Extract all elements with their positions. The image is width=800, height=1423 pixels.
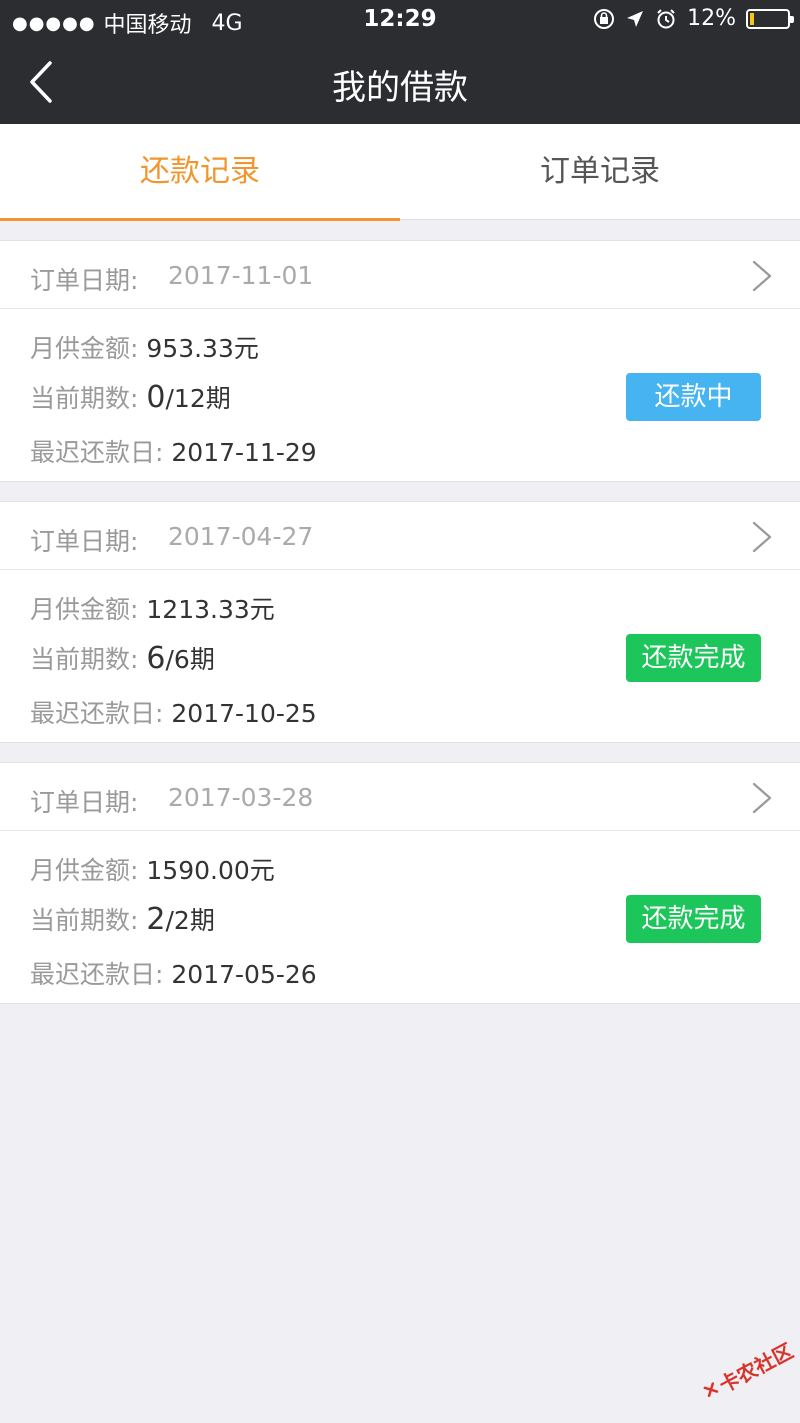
watermark-text: 卡农社区 <box>714 1338 797 1397</box>
monthly-amount-label: 月供金额: <box>30 334 139 363</box>
order-date-label: 订单日期: <box>30 788 139 817</box>
monthly-amount-value: 1590.00元 <box>146 856 275 885</box>
current-period-row: 当前期数: 6/6期 <box>30 640 215 676</box>
alarm-clock-icon <box>657 8 675 28</box>
due-date-value: 2017-05-26 <box>171 960 317 989</box>
status-badge: 还款完成 <box>626 634 761 682</box>
period-current: 2 <box>146 902 166 937</box>
card-header[interactable]: 订单日期: 2017-11-01 <box>0 241 800 309</box>
chevron-right-icon[interactable] <box>750 520 774 554</box>
chevron-right-icon[interactable] <box>750 781 774 815</box>
current-period-row: 当前期数: 0/12期 <box>30 379 231 415</box>
status-badge: 还款完成 <box>626 895 761 943</box>
current-period-label: 当前期数: <box>30 645 139 674</box>
period-total: /2期 <box>165 906 215 935</box>
status-bar: ●●●●● 中国移动 4G 12:29 12% <box>0 0 800 40</box>
due-date-label: 最迟还款日: <box>30 438 164 467</box>
monthly-amount-value: 1213.33元 <box>146 595 275 624</box>
location-arrow-icon <box>627 10 644 27</box>
monthly-amount-label: 月供金额: <box>30 856 139 885</box>
card-header[interactable]: 订单日期: 2017-03-28 <box>0 763 800 831</box>
battery-percent: 12% <box>687 6 736 31</box>
loan-card[interactable]: 订单日期: 2017-03-28 月供金额: 1590.00元 当前期数: 2/… <box>0 762 800 1004</box>
battery-level <box>750 12 755 25</box>
order-date-label: 订单日期: <box>30 527 139 556</box>
period-total: /6期 <box>165 645 215 674</box>
chevron-right-icon[interactable] <box>750 259 774 293</box>
monthly-amount-row: 月供金额: 1213.33元 <box>30 590 275 626</box>
period-total: /12期 <box>165 384 231 413</box>
due-date-label: 最迟还款日: <box>30 960 164 989</box>
due-date-row: 最迟还款日: 2017-11-29 <box>30 433 317 469</box>
period-current: 0 <box>146 380 166 415</box>
due-date-value: 2017-11-29 <box>171 438 317 467</box>
due-date-value: 2017-10-25 <box>171 699 317 728</box>
order-date-value: 2017-03-28 <box>168 783 314 812</box>
order-date-label: 订单日期: <box>30 266 139 295</box>
tab-repayment-records[interactable]: 还款记录 <box>0 124 400 221</box>
tab-bar: 还款记录 订单记录 <box>0 124 800 221</box>
order-date-value: 2017-11-01 <box>168 261 314 290</box>
monthly-amount-value: 953.33元 <box>146 334 259 363</box>
current-period-row: 当前期数: 2/2期 <box>30 901 215 937</box>
status-right: 12% <box>593 6 794 31</box>
status-badge: 还款中 <box>626 373 761 421</box>
watermark: 卡农社区 <box>689 1317 800 1423</box>
top-bar: ●●●●● 中国移动 4G 12:29 12% 我的借款 <box>0 0 800 124</box>
due-date-row: 最迟还款日: 2017-10-25 <box>30 694 317 730</box>
tab-order-records[interactable]: 订单记录 <box>400 124 800 220</box>
monthly-amount-label: 月供金额: <box>30 595 139 624</box>
nav-bar: 我的借款 <box>0 40 800 124</box>
battery-icon <box>746 8 794 29</box>
loan-card[interactable]: 订单日期: 2017-04-27 月供金额: 1213.33元 当前期数: 6/… <box>0 501 800 743</box>
current-period-label: 当前期数: <box>30 384 139 413</box>
due-date-row: 最迟还款日: 2017-05-26 <box>30 955 317 991</box>
monthly-amount-row: 月供金额: 953.33元 <box>30 329 259 365</box>
monthly-amount-row: 月供金额: 1590.00元 <box>30 851 275 887</box>
page-title: 我的借款 <box>332 68 468 108</box>
due-date-label: 最迟还款日: <box>30 699 164 728</box>
rotation-lock-icon <box>594 8 615 29</box>
loan-card[interactable]: 订单日期: 2017-11-01 月供金额: 953.33元 当前期数: 0/1… <box>0 240 800 482</box>
order-date-value: 2017-04-27 <box>168 522 314 551</box>
current-period-label: 当前期数: <box>30 906 139 935</box>
card-header[interactable]: 订单日期: 2017-04-27 <box>0 502 800 570</box>
period-current: 6 <box>146 641 166 676</box>
